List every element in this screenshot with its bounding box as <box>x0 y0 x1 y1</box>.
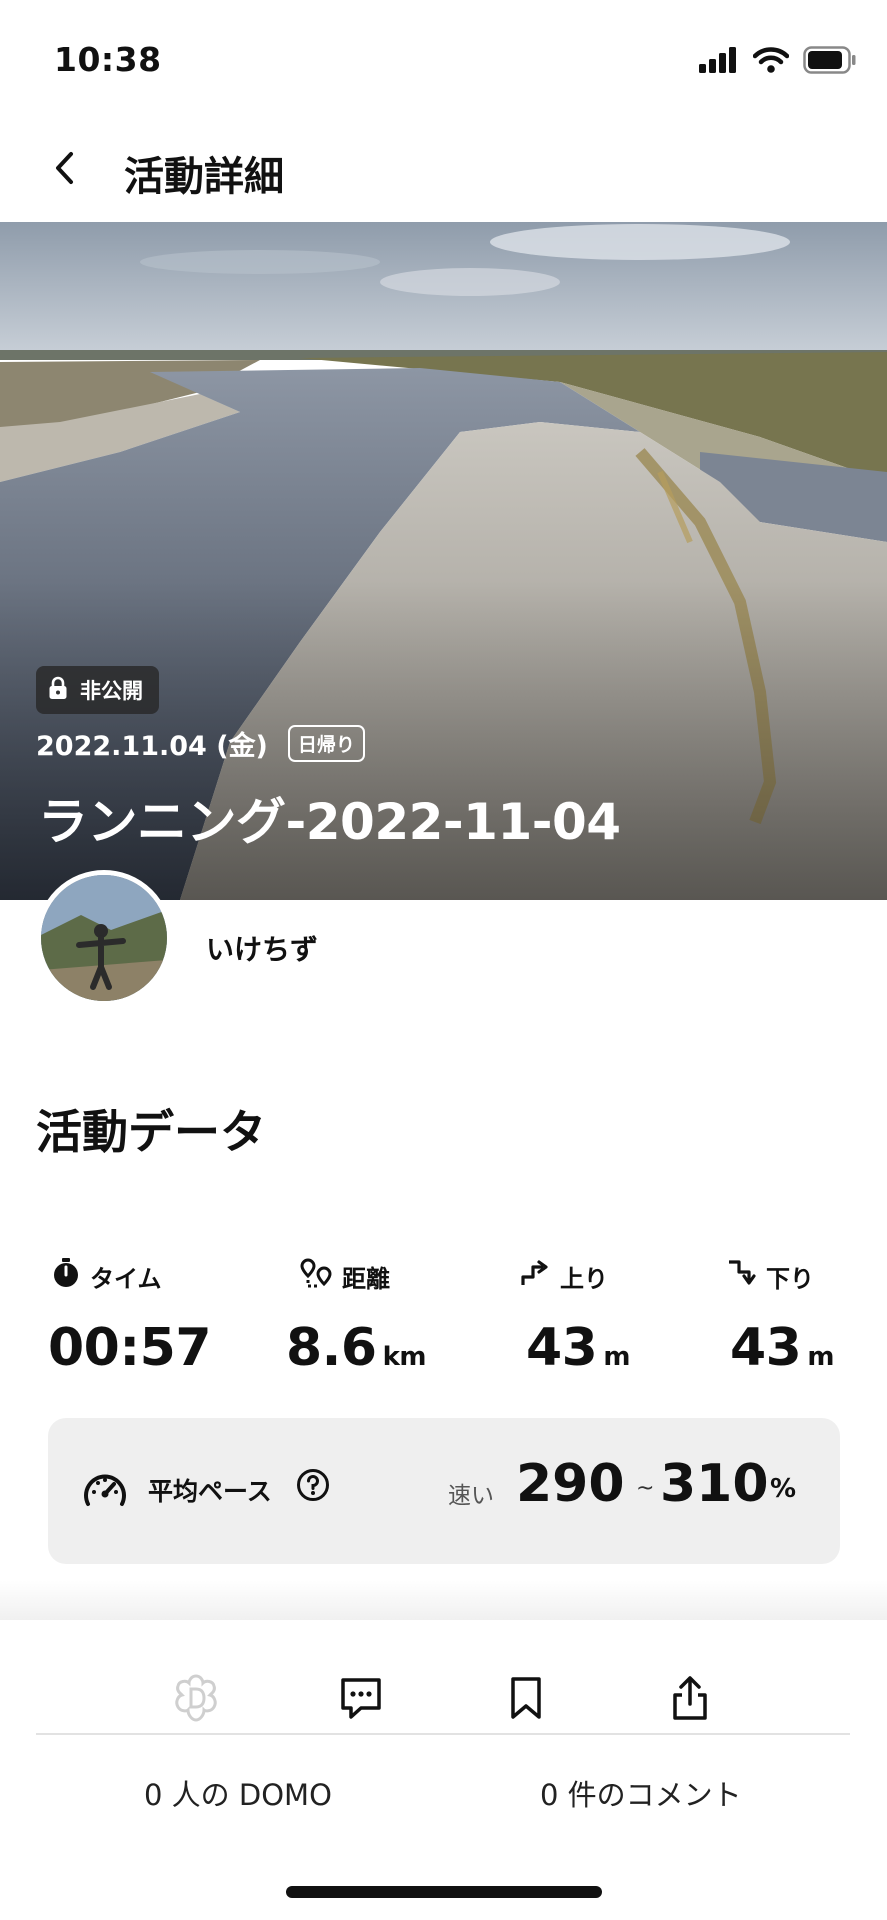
stat-time: タイム 00:57 <box>48 1258 272 1378</box>
status-bar: 10:38 <box>0 0 887 120</box>
comment-button[interactable] <box>333 1672 389 1728</box>
stat-value: 43 <box>526 1318 598 1378</box>
activity-title: ランニング-2022-11-04 <box>38 793 621 851</box>
ascent-icon <box>520 1258 550 1294</box>
pace-min-value: 290 <box>516 1454 625 1514</box>
avatar-photo <box>41 875 167 1001</box>
domo-count-link[interactable]: 0 人の DOMO <box>144 1772 332 1814</box>
pace-label: 平均ペース <box>148 1477 272 1506</box>
bookmark-button[interactable] <box>498 1672 554 1728</box>
nav-bar: 活動詳細 <box>0 120 887 222</box>
stat-label: 下り <box>766 1264 814 1293</box>
domo-icon <box>170 1672 222 1728</box>
cellular-signal-icon <box>699 47 739 77</box>
trip-type-tag: 日帰り <box>287 725 365 762</box>
status-time: 10:38 <box>54 40 162 79</box>
activity-date: 2022.11.04 (金) <box>36 731 268 762</box>
activity-date-line: 2022.11.04 (金) 日帰り <box>36 724 365 763</box>
stat-unit: m <box>603 1342 630 1372</box>
speedometer-icon <box>82 1470 128 1514</box>
page-title: 活動詳細 <box>124 154 284 200</box>
pace-max-value: 310 <box>660 1454 769 1514</box>
bookmark-icon <box>504 1674 548 1726</box>
home-indicator[interactable] <box>286 1886 602 1898</box>
comment-count-link[interactable]: 0 件のコメント <box>540 1772 742 1814</box>
avatar[interactable] <box>36 870 172 1006</box>
action-bar-shadow <box>0 1580 887 1620</box>
privacy-label: 非公開 <box>80 679 143 703</box>
share-button[interactable] <box>662 1672 718 1728</box>
action-bar <box>0 1620 887 1920</box>
stopwatch-icon <box>52 1258 80 1294</box>
stat-ascent: 上り 43 m <box>520 1258 740 1378</box>
stat-unit: m <box>807 1342 834 1372</box>
privacy-badge: 非公開 <box>36 666 159 714</box>
chevron-left-icon <box>53 150 77 190</box>
stat-descent: 下り 43 m <box>726 1258 887 1378</box>
stat-label: 距離 <box>342 1264 390 1293</box>
stat-value: 00:57 <box>48 1318 212 1378</box>
stat-label: 上り <box>560 1264 608 1293</box>
stat-value: 8.6 <box>286 1318 377 1378</box>
user-name[interactable]: いけちず <box>206 928 318 968</box>
back-button[interactable] <box>40 140 90 200</box>
help-icon[interactable] <box>296 1468 330 1506</box>
pace-separator: ~ <box>636 1476 655 1501</box>
battery-icon <box>803 46 857 78</box>
status-icons <box>699 46 857 78</box>
stat-label: タイム <box>90 1264 162 1293</box>
stat-distance: 距離 8.6 km <box>286 1258 520 1378</box>
pace-unit: % <box>770 1474 797 1504</box>
activity-stats: タイム 00:57 距離 8.6 km 上り 43 m 下り 43 m <box>0 1258 887 1378</box>
stat-unit: km <box>382 1342 427 1372</box>
comment-icon <box>337 1674 385 1726</box>
descent-icon <box>726 1258 756 1294</box>
section-title-activity-data: 活動データ <box>36 1105 266 1159</box>
domo-button[interactable] <box>168 1672 224 1728</box>
action-divider <box>36 1733 850 1735</box>
activity-cover-photo[interactable]: 非公開 2022.11.04 (金) 日帰り ランニング-2022-11-04 <box>0 222 887 900</box>
lock-icon <box>48 676 68 705</box>
wifi-icon <box>752 47 790 77</box>
stat-value: 43 <box>730 1318 802 1378</box>
share-icon <box>668 1674 712 1726</box>
pace-speed-label: 速い <box>448 1483 494 1509</box>
average-pace-panel: 平均ペース 速い 290 ~ 310 % <box>48 1418 840 1564</box>
route-pin-icon <box>300 1258 332 1294</box>
